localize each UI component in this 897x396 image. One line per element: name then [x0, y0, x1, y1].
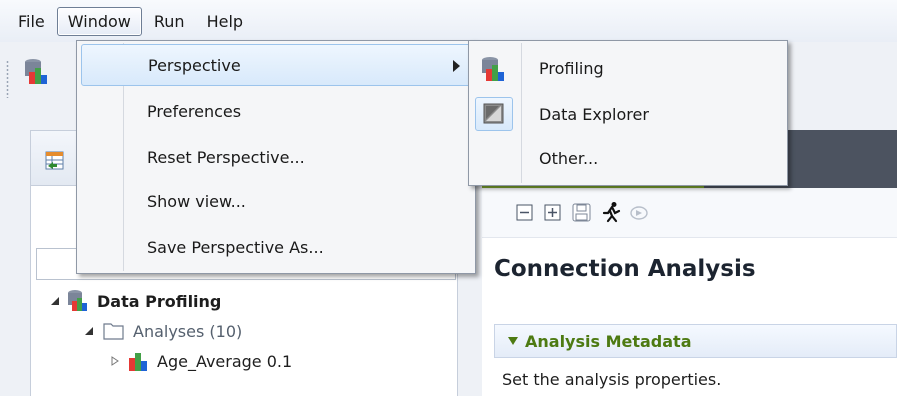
editor-toolbar	[482, 188, 897, 238]
submenu-item-other[interactable]: Other...	[473, 137, 783, 179]
expanded-triangle-icon[interactable]	[83, 325, 95, 337]
folder-icon	[103, 323, 124, 340]
menu-item-reset-perspective[interactable]: Reset Perspective...	[81, 136, 471, 178]
profiling-icon	[482, 57, 504, 81]
submenu-item-label: Other...	[539, 148, 599, 168]
perspective-submenu: Profiling Data Explorer Other...	[468, 40, 788, 186]
toolbar-grip[interactable]	[6, 60, 9, 98]
analysis-chart-icon	[129, 353, 147, 371]
menu-item-label: Show view...	[147, 191, 246, 211]
analysis-title: Connection Analysis	[494, 256, 756, 282]
menu-item-label: Perspective	[148, 55, 241, 75]
submenu-item-label: Profiling	[539, 58, 604, 78]
save-icon[interactable]	[572, 203, 592, 223]
tree-node-age-average[interactable]: Age_Average 0.1	[109, 348, 292, 374]
submenu-item-data-explorer[interactable]: Data Explorer	[473, 93, 783, 135]
data-explorer-icon	[483, 103, 504, 124]
menu-item-perspective[interactable]: Perspective	[81, 44, 471, 86]
menu-help[interactable]: Help	[197, 8, 253, 35]
analysis-metadata-section[interactable]: Analysis Metadata	[494, 324, 897, 358]
section-expanded-icon[interactable]	[507, 336, 519, 346]
menu-item-label: Preferences	[147, 101, 242, 121]
tree-label: Analyses (10)	[133, 321, 243, 341]
tree-label: Age_Average 0.1	[157, 351, 293, 371]
window-menu: Perspective Preferences Reset Perspectiv…	[76, 40, 476, 274]
collapsed-triangle-icon[interactable]	[109, 355, 121, 367]
section-title: Analysis Metadata	[525, 331, 692, 351]
run-icon[interactable]	[600, 201, 622, 223]
submenu-item-label: Data Explorer	[539, 104, 649, 124]
profiling-perspective-icon[interactable]	[24, 58, 50, 86]
submenu-arrow-icon	[453, 60, 460, 72]
tree-label: Data Profiling	[97, 291, 222, 311]
menu-item-preferences[interactable]: Preferences	[81, 90, 471, 132]
table-view-icon[interactable]	[45, 151, 65, 171]
menu-item-show-view[interactable]: Show view...	[81, 180, 471, 222]
menu-window[interactable]: Window	[56, 6, 142, 36]
section-description: Set the analysis properties.	[502, 370, 722, 389]
menu-run[interactable]: Run	[144, 8, 195, 35]
refresh-icon[interactable]	[628, 203, 650, 223]
submenu-item-profiling[interactable]: Profiling	[473, 47, 783, 89]
expanded-triangle-icon[interactable]	[49, 295, 61, 307]
menu-item-label: Reset Perspective...	[147, 147, 305, 167]
data-profiling-icon	[68, 290, 87, 311]
expand-all-icon[interactable]	[544, 204, 562, 222]
menu-item-save-perspective-as[interactable]: Save Perspective As...	[81, 226, 471, 268]
menu-file[interactable]: File	[8, 8, 55, 35]
menu-bar: File Window Run Help	[0, 0, 897, 42]
menu-item-label: Save Perspective As...	[147, 237, 324, 257]
tree-node-data-profiling[interactable]: Data Profiling	[49, 288, 221, 314]
collapse-all-icon[interactable]	[516, 204, 534, 222]
tree-node-analyses[interactable]: Analyses (10)	[83, 318, 242, 344]
